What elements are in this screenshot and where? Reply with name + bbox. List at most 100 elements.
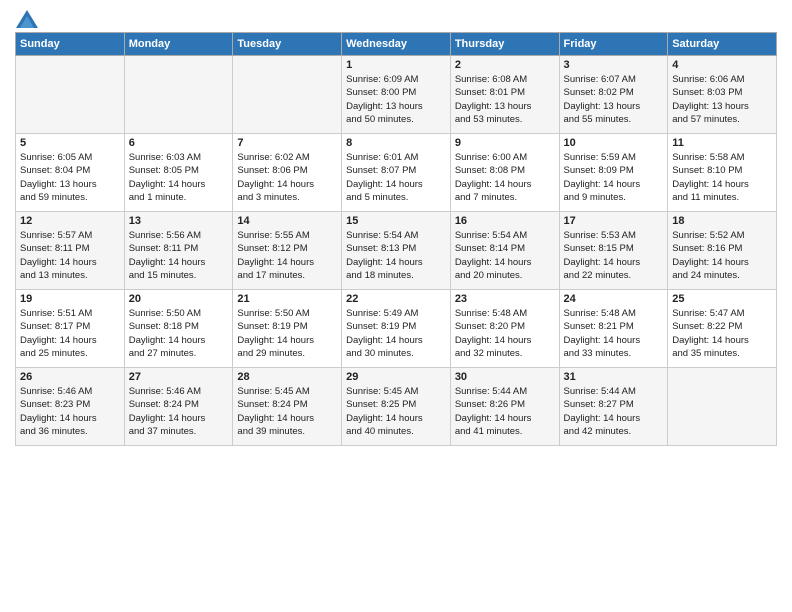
calendar-body: 1Sunrise: 6:09 AMSunset: 8:00 PMDaylight… (16, 56, 777, 446)
day-number: 10 (564, 137, 664, 149)
day-info-line: Sunset: 8:18 PM (129, 320, 229, 333)
day-number: 29 (346, 371, 446, 383)
day-info: Sunrise: 6:05 AMSunset: 8:04 PMDaylight:… (20, 151, 120, 204)
day-info: Sunrise: 5:49 AMSunset: 8:19 PMDaylight:… (346, 307, 446, 360)
day-info: Sunrise: 5:46 AMSunset: 8:24 PMDaylight:… (129, 385, 229, 438)
day-cell: 24 Sunrise: 5:48 AMSunset: 8:21 PMDayligh… (559, 290, 668, 368)
day-info: Sunrise: 5:54 AMSunset: 8:13 PMDaylight:… (346, 229, 446, 282)
day-info-line: Sunrise: 5:49 AM (346, 307, 446, 320)
day-cell: 5Sunrise: 6:05 AMSunset: 8:04 PMDaylight… (16, 134, 125, 212)
week-row-4: 19Sunrise: 5:51 AMSunset: 8:17 PMDayligh… (16, 290, 777, 368)
day-info-line: and 15 minutes. (129, 269, 229, 282)
day-cell: 28Sunrise: 5:45 AMSunset: 8:24 PMDayligh… (233, 368, 342, 446)
day-info: Sunrise: 5:44 AMSunset: 8:27 PMDaylight:… (564, 385, 664, 438)
day-info-line: and 11 minutes. (672, 191, 772, 204)
day-info: Sunrise: 5:48 AMSunset: 8:21 PMDaylight:… (564, 307, 664, 360)
day-info-line: Sunset: 8:02 PM (564, 86, 664, 99)
day-cell: 7Sunrise: 6:02 AMSunset: 8:06 PMDaylight… (233, 134, 342, 212)
day-number: 7 (237, 137, 337, 149)
weekday-header-sunday: Sunday (16, 33, 125, 56)
day-cell: 25Sunrise: 5:47 AMSunset: 8:22 PMDayligh… (668, 290, 777, 368)
day-info-line: Sunrise: 5:44 AM (455, 385, 555, 398)
day-info-line: Sunset: 8:13 PM (346, 242, 446, 255)
weekday-header-friday: Friday (559, 33, 668, 56)
day-info-line: Daylight: 14 hours (346, 178, 446, 191)
day-cell: 9Sunrise: 6:00 AMSunset: 8:08 PMDaylight… (450, 134, 559, 212)
day-number: 31 (564, 371, 664, 383)
day-info-line: Daylight: 14 hours (129, 412, 229, 425)
day-info-line: Daylight: 14 hours (564, 412, 664, 425)
day-info-line: Sunset: 8:05 PM (129, 164, 229, 177)
day-number: 17 (564, 215, 664, 227)
day-info-line: and 57 minutes. (672, 113, 772, 126)
day-cell: 8Sunrise: 6:01 AMSunset: 8:07 PMDaylight… (342, 134, 451, 212)
day-info-line: and 30 minutes. (346, 347, 446, 360)
day-info-line: Sunset: 8:22 PM (672, 320, 772, 333)
day-info-line: Daylight: 14 hours (237, 256, 337, 269)
day-info-line: Daylight: 13 hours (346, 100, 446, 113)
day-info-line: Sunrise: 5:48 AM (455, 307, 555, 320)
day-info-line: Daylight: 14 hours (672, 334, 772, 347)
day-info-line: Daylight: 14 hours (237, 412, 337, 425)
day-number: 24 (564, 293, 664, 305)
day-info: Sunrise: 5:44 AMSunset: 8:26 PMDaylight:… (455, 385, 555, 438)
day-info: Sunrise: 5:45 AMSunset: 8:24 PMDaylight:… (237, 385, 337, 438)
day-info: Sunrise: 6:08 AMSunset: 8:01 PMDaylight:… (455, 73, 555, 126)
day-info-line: and 20 minutes. (455, 269, 555, 282)
day-info-line: Sunrise: 5:46 AM (20, 385, 120, 398)
day-info-line: Daylight: 14 hours (672, 178, 772, 191)
day-info-line: Sunset: 8:21 PM (564, 320, 664, 333)
day-info-line: Daylight: 14 hours (346, 334, 446, 347)
day-number: 18 (672, 215, 772, 227)
day-info-line: Daylight: 14 hours (455, 412, 555, 425)
day-info-line: Sunset: 8:07 PM (346, 164, 446, 177)
day-info: Sunrise: 5:54 AMSunset: 8:14 PMDaylight:… (455, 229, 555, 282)
day-info-line: Daylight: 14 hours (237, 178, 337, 191)
day-info-line: and 41 minutes. (455, 425, 555, 438)
day-info-line: and 3 minutes. (237, 191, 337, 204)
day-info-line: and 13 minutes. (20, 269, 120, 282)
day-info-line: and 27 minutes. (129, 347, 229, 360)
page: SundayMondayTuesdayWednesdayThursdayFrid… (0, 0, 792, 612)
day-info-line: Sunrise: 6:01 AM (346, 151, 446, 164)
weekday-header-thursday: Thursday (450, 33, 559, 56)
day-info-line: Sunrise: 5:46 AM (129, 385, 229, 398)
day-cell: 4Sunrise: 6:06 AMSunset: 8:03 PMDaylight… (668, 56, 777, 134)
day-cell: 1Sunrise: 6:09 AMSunset: 8:00 PMDaylight… (342, 56, 451, 134)
day-cell: 29Sunrise: 5:45 AMSunset: 8:25 PMDayligh… (342, 368, 451, 446)
day-number: 21 (237, 293, 337, 305)
day-info: Sunrise: 5:53 AMSunset: 8:15 PMDaylight:… (564, 229, 664, 282)
day-info-line: and 22 minutes. (564, 269, 664, 282)
day-info-line: Sunset: 8:19 PM (346, 320, 446, 333)
day-info-line: Sunrise: 5:48 AM (564, 307, 664, 320)
day-number: 12 (20, 215, 120, 227)
day-cell: 3Sunrise: 6:07 AMSunset: 8:02 PMDaylight… (559, 56, 668, 134)
day-info: Sunrise: 5:52 AMSunset: 8:16 PMDaylight:… (672, 229, 772, 282)
day-cell (16, 56, 125, 134)
day-info: Sunrise: 5:50 AMSunset: 8:19 PMDaylight:… (237, 307, 337, 360)
day-cell: 14Sunrise: 5:55 AMSunset: 8:12 PMDayligh… (233, 212, 342, 290)
day-number: 16 (455, 215, 555, 227)
day-info-line: Sunrise: 6:07 AM (564, 73, 664, 86)
day-cell: 19Sunrise: 5:51 AMSunset: 8:17 PMDayligh… (16, 290, 125, 368)
day-info: Sunrise: 6:01 AMSunset: 8:07 PMDaylight:… (346, 151, 446, 204)
day-info-line: Sunrise: 5:57 AM (20, 229, 120, 242)
day-info-line: Daylight: 13 hours (20, 178, 120, 191)
day-info-line: Sunset: 8:24 PM (237, 398, 337, 411)
day-info-line: Daylight: 13 hours (564, 100, 664, 113)
day-number: 26 (20, 371, 120, 383)
day-info: Sunrise: 5:47 AMSunset: 8:22 PMDaylight:… (672, 307, 772, 360)
day-info-line: Sunset: 8:24 PM (129, 398, 229, 411)
day-info: Sunrise: 5:55 AMSunset: 8:12 PMDaylight:… (237, 229, 337, 282)
weekday-header-saturday: Saturday (668, 33, 777, 56)
week-row-5: 26Sunrise: 5:46 AMSunset: 8:23 PMDayligh… (16, 368, 777, 446)
day-cell: 27Sunrise: 5:46 AMSunset: 8:24 PMDayligh… (124, 368, 233, 446)
day-info-line: Daylight: 14 hours (129, 256, 229, 269)
day-info-line: Daylight: 14 hours (346, 412, 446, 425)
day-info-line: Sunset: 8:14 PM (455, 242, 555, 255)
day-info-line: Daylight: 14 hours (237, 334, 337, 347)
weekday-header-wednesday: Wednesday (342, 33, 451, 56)
week-row-3: 12Sunrise: 5:57 AMSunset: 8:11 PMDayligh… (16, 212, 777, 290)
day-info-line: Sunrise: 5:44 AM (564, 385, 664, 398)
weekday-row: SundayMondayTuesdayWednesdayThursdayFrid… (16, 33, 777, 56)
